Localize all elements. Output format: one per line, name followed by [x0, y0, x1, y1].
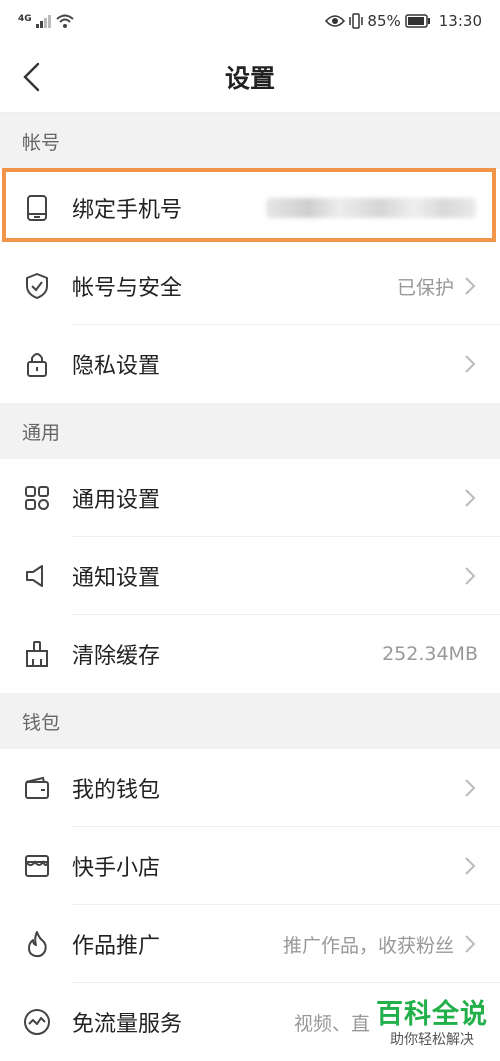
general-settings-label: 通用设置: [72, 488, 161, 513]
clear-cache-row[interactable]: 清除缓存 252.34MB: [0, 615, 500, 693]
chevron-right-icon: [464, 934, 478, 954]
chevron-right-icon: [464, 856, 478, 876]
my-wallet-label: 我的钱包: [72, 778, 161, 803]
section-header-wallet: 钱包: [0, 693, 500, 749]
flame-icon: [22, 929, 52, 959]
speaker-icon: [22, 561, 52, 591]
lock-icon: [22, 349, 52, 379]
status-bar: 4G 85% 13:30: [0, 0, 500, 42]
my-wallet-row[interactable]: 我的钱包: [0, 749, 500, 827]
section-title: 钱包: [22, 711, 61, 734]
privacy-settings-label: 隐私设置: [72, 354, 161, 379]
pulse-icon: [22, 1007, 52, 1037]
signal-icon: [35, 15, 51, 28]
section-header-account: 帐号: [0, 113, 500, 169]
chevron-right-icon: [464, 488, 478, 508]
eye-icon: [325, 15, 346, 27]
back-button[interactable]: [16, 60, 46, 94]
chevron-right-icon: [464, 566, 478, 586]
shop-row[interactable]: 快手小店: [0, 827, 500, 905]
chevron-right-icon: [464, 276, 478, 296]
nav-bar: 设置: [0, 42, 500, 113]
battery-percent: 85%: [367, 12, 401, 30]
highlight-box: [2, 168, 496, 242]
broom-icon: [22, 639, 52, 669]
account-security-label: 帐号与安全: [72, 276, 183, 301]
free-data-label: 免流量服务: [72, 1012, 183, 1037]
clock: 13:30: [438, 12, 482, 30]
account-security-status: 已保护: [396, 276, 454, 299]
grid-icon: [22, 483, 52, 513]
free-data-hint: 视频、直: [293, 1012, 370, 1035]
network-label: 4G: [18, 14, 32, 24]
promotion-row[interactable]: 作品推广 推广作品，收获粉丝: [0, 905, 500, 983]
shield-icon: [22, 271, 52, 301]
shop-icon: [22, 851, 52, 881]
section-header-general: 通用: [0, 403, 500, 459]
wifi-icon: [55, 14, 74, 28]
battery-icon: [405, 14, 430, 28]
notification-settings-label: 通知设置: [72, 566, 161, 591]
wallet-icon: [22, 773, 52, 803]
watermark-subtitle: 助你轻松解决: [390, 1032, 474, 1048]
section-title: 帐号: [22, 131, 61, 154]
privacy-settings-row[interactable]: 隐私设置: [0, 325, 500, 403]
status-right: 85% 13:30: [325, 12, 482, 30]
promotion-hint: 推广作品，收获粉丝: [282, 934, 454, 957]
notification-settings-row[interactable]: 通知设置: [0, 537, 500, 615]
cache-size-value: 252.34MB: [382, 643, 478, 665]
chevron-right-icon: [464, 354, 478, 374]
general-settings-row[interactable]: 通用设置: [0, 459, 500, 537]
account-security-row[interactable]: 帐号与安全 已保护: [0, 247, 500, 325]
chevron-right-icon: [464, 778, 478, 798]
watermark-title: 百科全说: [376, 999, 488, 1030]
promotion-label: 作品推广: [72, 934, 161, 959]
shop-label: 快手小店: [72, 856, 161, 881]
vibrate-icon: [349, 13, 364, 29]
section-title: 通用: [22, 421, 61, 444]
clear-cache-label: 清除缓存: [72, 644, 161, 669]
chevron-left-icon: [23, 62, 40, 92]
status-left: 4G: [18, 14, 74, 28]
watermark-logo: 百科全说 助你轻松解决: [376, 992, 488, 1049]
page-title: 设置: [224, 64, 275, 93]
